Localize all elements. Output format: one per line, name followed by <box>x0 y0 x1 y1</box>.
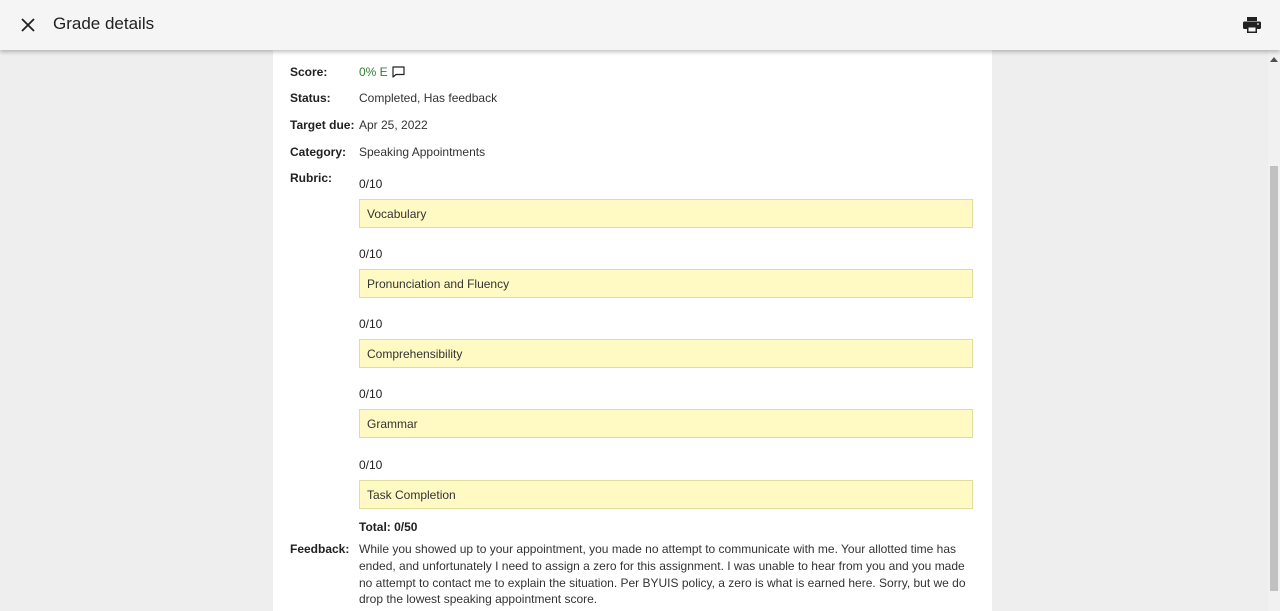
status-value: Completed, Has feedback <box>359 91 498 105</box>
print-icon <box>1243 17 1261 33</box>
rubric-criterion-pronunciation: Pronunciation and Fluency <box>359 269 973 298</box>
rubric-label: Rubric: <box>290 171 332 185</box>
rubric-score: 0/10 <box>359 247 383 261</box>
rubric-score: 0/10 <box>359 458 383 472</box>
comment-icon[interactable] <box>392 66 405 78</box>
score-label: Score: <box>290 65 328 79</box>
grade-details-panel: Score: 0% E Status: Completed, Has feedb… <box>273 50 992 611</box>
scroll-up-arrow-icon[interactable] <box>1268 53 1280 65</box>
rubric-criterion-comprehensibility: Comprehensibility <box>359 339 973 368</box>
rubric-score: 0/10 <box>359 317 383 331</box>
rubric-total: Total: 0/50 <box>359 520 418 534</box>
dialog-title: Grade details <box>53 14 155 33</box>
score-text: 0% E <box>359 65 388 79</box>
rubric-score: 0/10 <box>359 387 383 401</box>
close-icon <box>21 18 35 32</box>
rubric-criterion-grammar: Grammar <box>359 409 973 438</box>
print-button[interactable] <box>1240 13 1264 37</box>
rubric-criterion-task-completion: Task Completion <box>359 480 973 509</box>
close-button[interactable] <box>14 11 42 39</box>
rubric-score: 0/10 <box>359 177 383 191</box>
category-value: Speaking Appointments <box>359 145 486 159</box>
dialog-header: Grade details <box>0 0 1280 50</box>
category-label: Category: <box>290 145 347 159</box>
due-value: Apr 25, 2022 <box>359 118 428 132</box>
vertical-scrollbar[interactable] <box>1268 50 1280 611</box>
feedback-label: Feedback: <box>290 542 350 556</box>
scrollbar-thumb[interactable] <box>1270 166 1278 591</box>
due-label: Target due: <box>290 118 355 132</box>
feedback-text: While you showed up to your appointment,… <box>359 542 966 607</box>
score-value: 0% E <box>359 65 405 79</box>
rubric-criterion-vocabulary: Vocabulary <box>359 199 973 228</box>
status-label: Status: <box>290 91 331 105</box>
